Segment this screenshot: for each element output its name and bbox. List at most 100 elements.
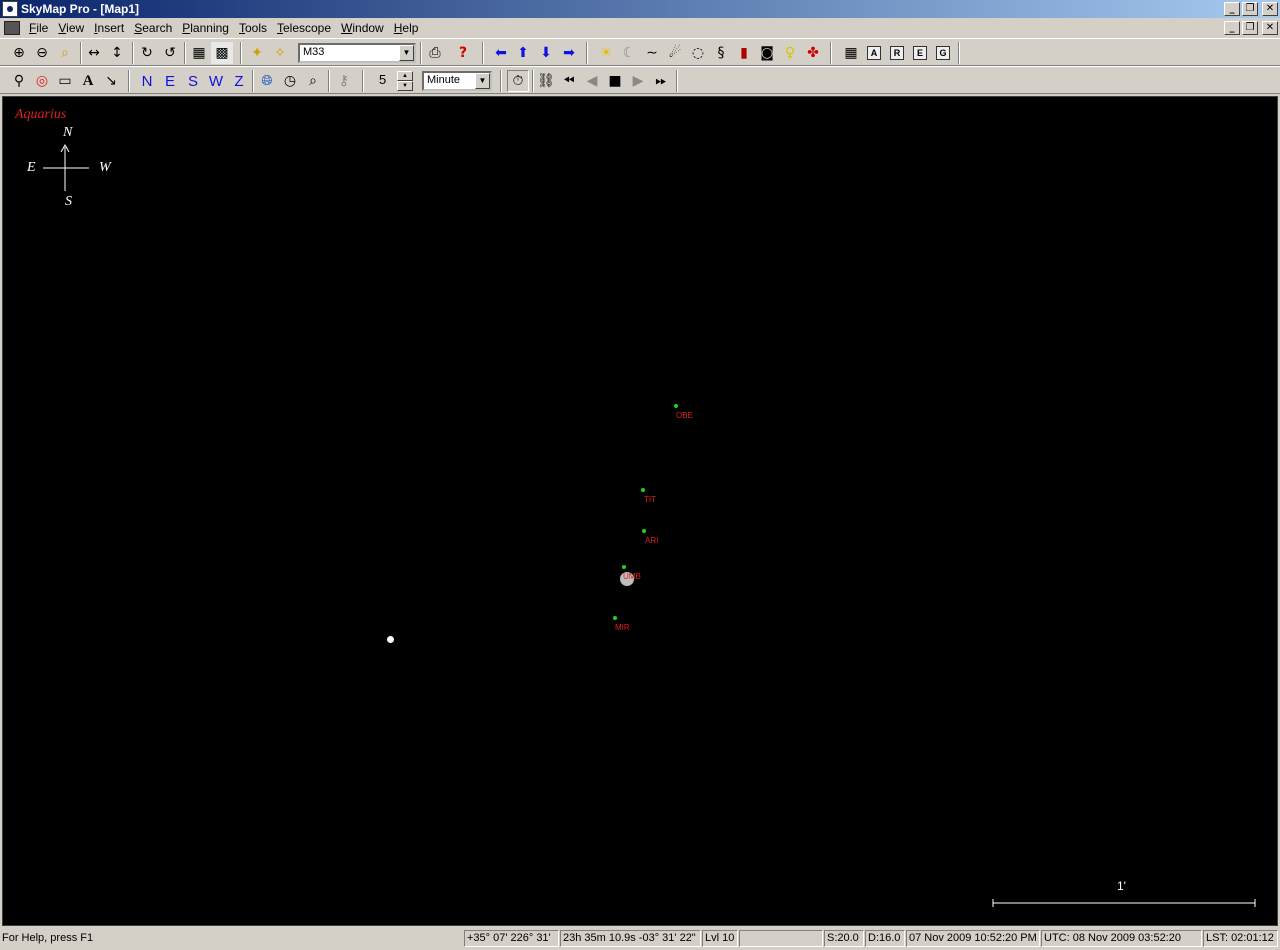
- moon-ari-marker[interactable]: [642, 529, 646, 533]
- horizon-grid-icon[interactable]: ▩: [211, 42, 233, 64]
- object-combo[interactable]: M33 ▼: [298, 43, 416, 63]
- time-unit-combo[interactable]: Minute ▼: [422, 71, 492, 91]
- ecliptic-label: E: [913, 46, 927, 60]
- status-d-value: D:16.0: [865, 930, 905, 947]
- menu-tools[interactable]: Tools: [234, 21, 272, 35]
- menu-help[interactable]: Help: [389, 21, 424, 35]
- pan-up-icon[interactable]: ⬆: [512, 42, 534, 64]
- menu-view[interactable]: View: [53, 21, 89, 35]
- status-s-value: S:20.0: [824, 930, 864, 947]
- scale-label: 1': [1117, 879, 1126, 893]
- doc-minimize-button[interactable]: _: [1224, 21, 1240, 35]
- compass-west: W: [99, 160, 111, 175]
- arrow-icon[interactable]: ↘: [100, 70, 122, 92]
- globe-icon[interactable]: 🌐︎: [256, 70, 278, 92]
- pan-left-icon[interactable]: ⬅: [490, 42, 512, 64]
- show-asterisms-button[interactable]: A: [863, 42, 885, 64]
- menu-search[interactable]: Search: [129, 21, 177, 35]
- doc-restore-button[interactable]: ❐: [1242, 21, 1258, 35]
- time-unit-value: Minute: [427, 74, 461, 86]
- spin-down-icon[interactable]: ▼: [397, 81, 413, 91]
- target-icon[interactable]: ◎: [31, 70, 53, 92]
- show-ecliptic-button[interactable]: E: [909, 42, 931, 64]
- combo-dropdown-icon[interactable]: ▼: [399, 45, 414, 61]
- rotate-cw-icon[interactable]: ↻: [136, 42, 158, 64]
- step-back-icon[interactable]: ◀: [581, 70, 603, 92]
- status-bar: For Help, press F1 +35° 07' 226° 31' 23h…: [0, 928, 1280, 950]
- show-radiants-button[interactable]: R: [886, 42, 908, 64]
- zoom-in-icon[interactable]: ⊕: [8, 42, 30, 64]
- menu-insert[interactable]: Insert: [89, 21, 129, 35]
- compass-south: S: [65, 194, 72, 209]
- close-button[interactable]: ✕: [1262, 2, 1278, 16]
- stopwatch-icon[interactable]: ⏱︎: [507, 70, 529, 92]
- step-forward-icon[interactable]: ▶: [627, 70, 649, 92]
- planets-icon[interactable]: ▮: [733, 42, 755, 64]
- center-star-icon[interactable]: ✦: [246, 42, 268, 64]
- asteroid-icon[interactable]: ☄: [664, 42, 686, 64]
- text-icon[interactable]: A: [77, 70, 99, 92]
- menu-telescope[interactable]: Telescope: [272, 21, 336, 35]
- sky-map[interactable]: Aquarius N E W S OBE TIT ARI UMB MIR 1': [2, 96, 1278, 926]
- zoom-box-icon[interactable]: ⌕: [54, 42, 76, 64]
- pan-down-icon[interactable]: ⬇: [535, 42, 557, 64]
- galaxy-icon[interactable]: ◌: [687, 42, 709, 64]
- fast-back-icon[interactable]: ⏪︎: [558, 70, 580, 92]
- context-help-icon[interactable]: ?: [452, 42, 474, 64]
- nebula-icon[interactable]: §: [710, 42, 732, 64]
- camera-icon[interactable]: ◙: [756, 42, 778, 64]
- field-star[interactable]: [387, 636, 394, 643]
- grid-icon[interactable]: ▦: [188, 42, 210, 64]
- moon-mir-label: MIR: [615, 623, 630, 632]
- doc-close-button[interactable]: ✕: [1262, 21, 1278, 35]
- status-altaz: +35° 07' 226° 31': [464, 930, 559, 947]
- coord-grid-icon[interactable]: ▦: [840, 42, 862, 64]
- show-galactic-button[interactable]: G: [932, 42, 954, 64]
- find-icon[interactable]: ⌕: [302, 70, 324, 92]
- find-star-icon[interactable]: ✧: [269, 42, 291, 64]
- south-button[interactable]: S: [182, 70, 204, 92]
- scale-bar: [992, 899, 1256, 907]
- sun-icon[interactable]: ☀: [595, 42, 617, 64]
- status-utc: UTC: 08 Nov 2009 03:52:20: [1041, 930, 1202, 947]
- rectangle-icon[interactable]: ▭: [54, 70, 76, 92]
- fast-forward-icon[interactable]: ⏩︎: [650, 70, 672, 92]
- link-icon[interactable]: ⛓︎: [535, 70, 557, 92]
- west-button[interactable]: W: [205, 70, 227, 92]
- zoom-out-icon[interactable]: ⊖: [31, 42, 53, 64]
- menu-window[interactable]: Window: [336, 21, 389, 35]
- print-icon[interactable]: ⎙: [424, 42, 446, 64]
- moon-umb-marker[interactable]: [622, 565, 626, 569]
- menu-file[interactable]: File: [24, 21, 53, 35]
- flip-horizontal-icon[interactable]: ↔: [83, 42, 105, 64]
- moon-mir-marker[interactable]: [613, 616, 617, 620]
- menu-planning[interactable]: Planning: [177, 21, 234, 35]
- compass-icon[interactable]: ◷: [279, 70, 301, 92]
- telescope-icon[interactable]: ⚲: [8, 70, 30, 92]
- restore-button[interactable]: ❐: [1242, 2, 1258, 16]
- spin-up-icon[interactable]: ▲: [397, 71, 413, 81]
- app-icon[interactable]: [2, 1, 18, 17]
- minimize-button[interactable]: _: [1224, 2, 1240, 16]
- time-step-spinner[interactable]: ▲ ▼: [397, 71, 413, 91]
- bulb-icon[interactable]: ♀: [779, 42, 801, 64]
- status-help-text: For Help, press F1: [2, 932, 94, 944]
- time-step-value[interactable]: 5: [379, 72, 386, 87]
- comet-icon[interactable]: ∼: [641, 42, 663, 64]
- document-menu-icon[interactable]: [4, 21, 20, 35]
- zenith-button[interactable]: Z: [228, 70, 250, 92]
- rotate-ccw-icon[interactable]: ↺: [159, 42, 181, 64]
- status-local-time: 07 Nov 2009 10:52:20 PM: [906, 930, 1040, 947]
- time-unit-dropdown-icon[interactable]: ▼: [475, 73, 490, 89]
- east-button[interactable]: E: [159, 70, 181, 92]
- pan-right-icon[interactable]: ➡: [558, 42, 580, 64]
- moon-obe-marker[interactable]: [674, 404, 678, 408]
- flip-vertical-icon[interactable]: ↕: [106, 42, 128, 64]
- color-icon[interactable]: ✤: [802, 42, 824, 64]
- north-up-button[interactable]: N: [136, 70, 158, 92]
- key-icon[interactable]: ⚷: [333, 70, 355, 92]
- moon-icon[interactable]: ☾: [618, 42, 640, 64]
- moon-tit-marker[interactable]: [641, 488, 645, 492]
- stop-icon[interactable]: ■: [604, 70, 626, 92]
- status-level: Lvl 10: [702, 930, 738, 947]
